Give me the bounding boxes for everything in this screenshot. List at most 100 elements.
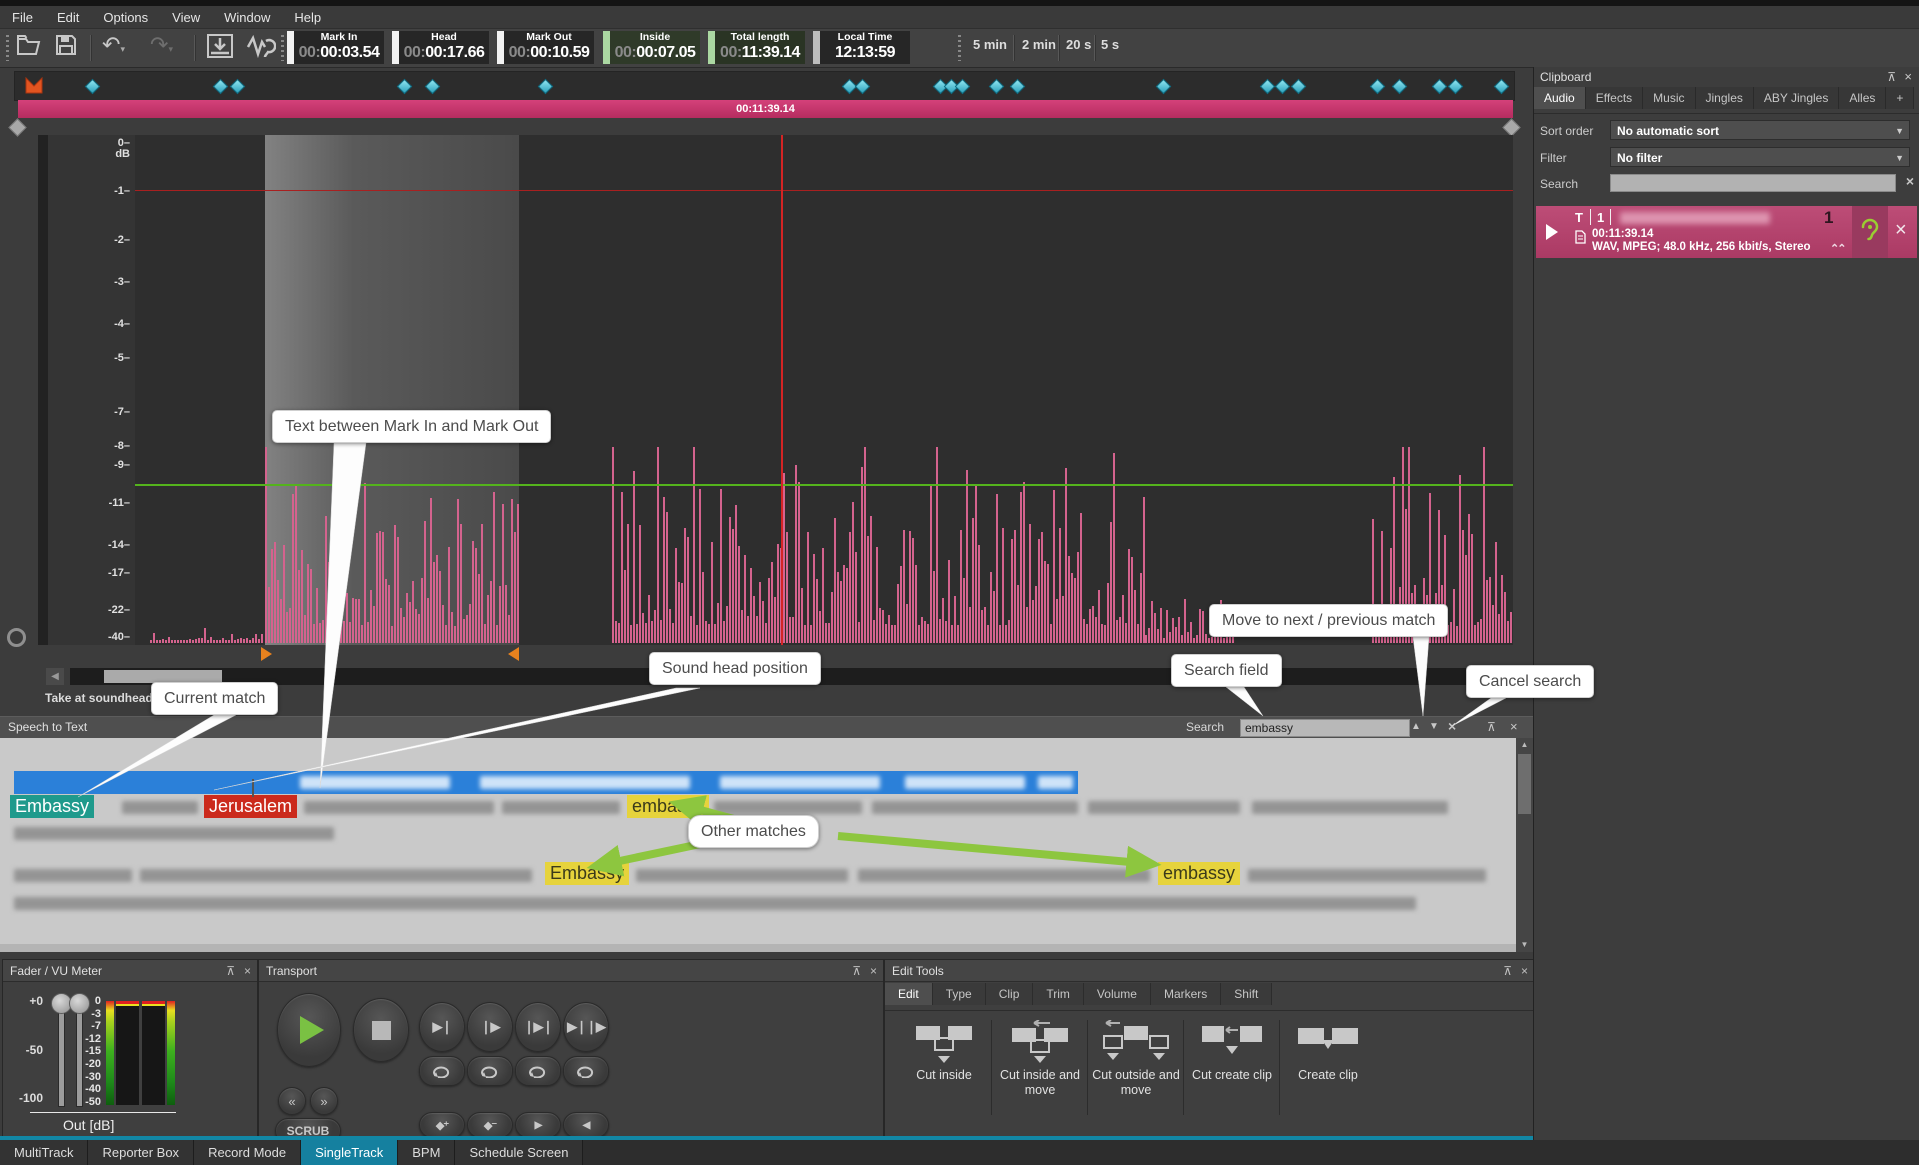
mark-out-flag[interactable] — [508, 647, 519, 661]
prev-marker-button[interactable]: ◀ — [563, 1112, 609, 1138]
mark-selection-region[interactable] — [265, 135, 519, 645]
clip-tab-alles[interactable]: Alles — [1839, 87, 1886, 109]
other-match-highlight-3[interactable]: embassy — [1158, 862, 1240, 885]
clip-tab-music[interactable]: Music — [1643, 87, 1695, 109]
clipboard-search-clear-icon[interactable]: × — [1906, 173, 1914, 189]
zoom-5s-button[interactable]: 5 s — [1101, 37, 1119, 52]
timeline-marker-diamond[interactable] — [855, 79, 871, 95]
timeline-left-handle[interactable] — [8, 118, 26, 136]
cancel-search-icon[interactable]: × — [1448, 718, 1456, 734]
timeline-marker-strip[interactable] — [14, 71, 1515, 101]
timeline-marker-diamond[interactable] — [425, 79, 441, 95]
create-clip-tool[interactable]: Create clip — [1283, 1020, 1373, 1083]
clipboard-close-icon[interactable]: × — [1904, 69, 1912, 84]
transport-close-icon[interactable]: × — [870, 964, 877, 978]
toolbar-grip[interactable] — [6, 35, 9, 61]
timeline-progress-bar[interactable]: 00:11:39.14 — [18, 100, 1513, 118]
loop-indicator-icon[interactable] — [7, 628, 26, 647]
next-marker-button[interactable]: ▶ — [515, 1112, 561, 1138]
timeline-marker-diamond[interactable] — [1275, 79, 1291, 95]
mark-in-flag[interactable] — [261, 647, 272, 661]
transcript-scroll-down[interactable]: ▼ — [1516, 938, 1533, 952]
timeline-marker-diamond[interactable] — [1291, 79, 1307, 95]
fader-close-icon[interactable]: × — [244, 964, 251, 978]
view-tab-multitrack[interactable]: MultiTrack — [0, 1140, 88, 1165]
timeline-marker-diamond[interactable] — [1370, 79, 1386, 95]
view-tab-singletrack[interactable]: SingleTrack — [301, 1140, 398, 1165]
other-match-highlight-2[interactable]: Embassy — [545, 862, 629, 885]
previous-match-button[interactable]: ▲ — [1411, 721, 1421, 732]
zoom-20s-button[interactable]: 20 s — [1066, 37, 1091, 52]
tab-clip[interactable]: Clip — [986, 983, 1034, 1005]
cut-create-clip-tool[interactable]: Cut create clip — [1187, 1020, 1277, 1083]
track-remove-icon[interactable]: × — [1895, 219, 1907, 242]
clipboard-search-input[interactable] — [1610, 174, 1896, 192]
menu-window[interactable]: Window — [212, 8, 282, 27]
stop-button[interactable] — [353, 998, 409, 1062]
cut-outside-move-tool[interactable]: Cut outside and move — [1091, 1020, 1181, 1098]
timeline-marker-diamond[interactable] — [538, 79, 554, 95]
clip-tab-effects[interactable]: Effects — [1586, 87, 1643, 109]
redo-icon[interactable]: ↷▾ — [150, 33, 173, 61]
entity-highlight[interactable]: Jerusalem — [204, 795, 297, 818]
menu-edit[interactable]: Edit — [45, 8, 91, 27]
play-to-markout-button[interactable]: ❘▶❘ — [515, 1002, 561, 1052]
skip-back-button[interactable]: « — [278, 1087, 306, 1115]
tab-edit[interactable]: Edit — [885, 983, 933, 1005]
timeline-marker-diamond[interactable] — [989, 79, 1005, 95]
fader-track-left[interactable] — [58, 1002, 65, 1107]
edit-tools-close-icon[interactable]: × — [1521, 964, 1528, 978]
timeline-right-handle[interactable] — [1502, 118, 1520, 136]
timeline-marker-diamond[interactable] — [1010, 79, 1026, 95]
timeline-marker-diamond[interactable] — [230, 79, 246, 95]
zoom-5min-button[interactable]: 5 min — [973, 37, 1007, 52]
timeline-marker-diamond[interactable] — [213, 79, 229, 95]
remove-marker-button[interactable]: ◆⁻ — [467, 1112, 513, 1138]
clip-tab-audio[interactable]: Audio — [1534, 87, 1586, 109]
cut-inside-tool[interactable]: Cut inside — [899, 1020, 989, 1083]
menu-options[interactable]: Options — [91, 8, 160, 27]
timeline-marker-diamond[interactable] — [1432, 79, 1448, 95]
audio-analysis-icon[interactable] — [246, 33, 276, 59]
loop-button-4[interactable] — [563, 1056, 609, 1086]
transcript-scroll-up[interactable]: ▲ — [1516, 738, 1533, 752]
speech-pin-icon[interactable]: ⊼ — [1487, 720, 1496, 734]
toolbar-grip2[interactable] — [281, 35, 284, 61]
transport-pin-icon[interactable]: ⊼ — [852, 964, 861, 978]
clip-tab-add[interactable]: + — [1886, 87, 1914, 109]
toolbar-grip3[interactable] — [958, 35, 961, 61]
timeline-marker-diamond[interactable] — [1392, 79, 1408, 95]
loop-button-2[interactable] — [467, 1056, 513, 1086]
fader-pin-icon[interactable]: ⊼ — [226, 964, 235, 978]
transcript-scroll-thumb[interactable] — [1518, 754, 1531, 814]
scroll-left-arrow[interactable]: ◀ — [46, 668, 64, 685]
filter-dropdown[interactable]: No filter ▼ — [1610, 147, 1910, 167]
play-from-markin-button[interactable]: ❘▶ — [467, 1002, 513, 1052]
menu-file[interactable]: File — [0, 8, 45, 27]
open-file-icon[interactable] — [16, 33, 43, 57]
timeline-marker-diamond[interactable] — [955, 79, 971, 95]
transcript-hscroll[interactable] — [0, 944, 1516, 952]
menu-view[interactable]: View — [160, 8, 212, 27]
cut-inside-move-tool[interactable]: Cut inside and move — [995, 1020, 1085, 1098]
track-prelisten-cell[interactable] — [1852, 206, 1888, 258]
tab-type[interactable]: Type — [933, 983, 986, 1005]
clipboard-pin-icon[interactable]: ⊼ — [1887, 70, 1896, 84]
speech-search-input[interactable]: embassy — [1240, 719, 1410, 737]
loop-button-1[interactable] — [419, 1056, 465, 1086]
zoom-2min-button[interactable]: 2 min — [1022, 37, 1056, 52]
play-over-cut-button[interactable]: ▶❘❘▶ — [563, 1002, 609, 1052]
play-to-markin-button[interactable]: ▶❘ — [419, 1002, 465, 1052]
view-tab-record-mode[interactable]: Record Mode — [194, 1140, 301, 1165]
add-marker-button[interactable]: ◆⁺ — [419, 1112, 465, 1138]
loop-button-3[interactable] — [515, 1056, 561, 1086]
save-icon[interactable] — [54, 33, 78, 57]
view-tab-reporter-box[interactable]: Reporter Box — [88, 1140, 194, 1165]
tab-trim[interactable]: Trim — [1033, 983, 1084, 1005]
import-audio-icon[interactable] — [206, 33, 234, 59]
skip-forward-button[interactable]: » — [310, 1087, 338, 1115]
play-button[interactable] — [277, 993, 341, 1067]
sound-head-cursor[interactable] — [781, 135, 783, 645]
edit-tools-pin-icon[interactable]: ⊼ — [1503, 964, 1512, 978]
menu-help[interactable]: Help — [282, 8, 333, 27]
